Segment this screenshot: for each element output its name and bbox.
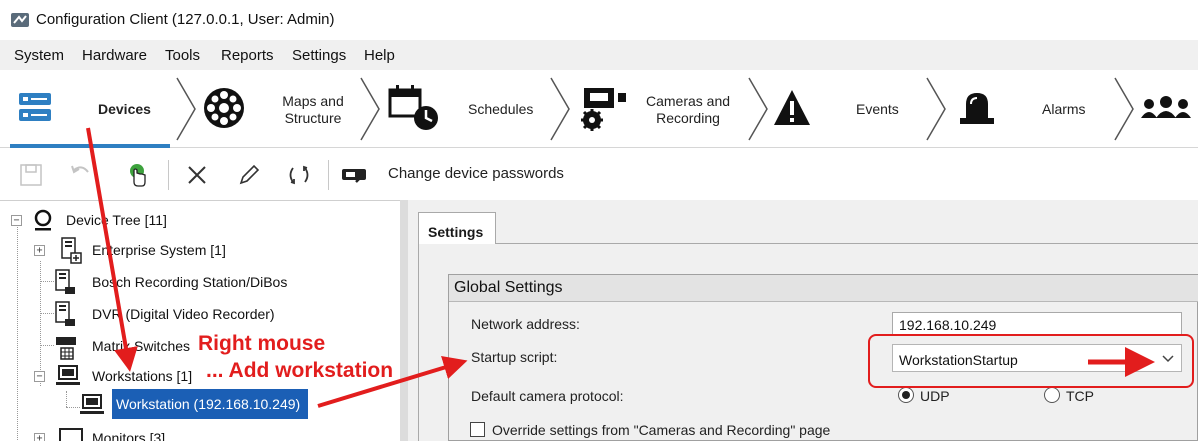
tree-root-label: Device Tree [11] [66, 212, 167, 228]
tree-item-label: DVR (Digital Video Recorder) [92, 306, 275, 322]
tree-connector [17, 225, 18, 440]
menu-hardware[interactable]: Hardware [82, 47, 147, 64]
chevron-right-icon [1114, 77, 1134, 141]
tree-connector [66, 391, 67, 407]
refresh-icon[interactable] [286, 162, 312, 188]
override-checkbox[interactable] [470, 422, 485, 437]
tree-item-enterprise[interactable]: + Enterprise System [1] [30, 235, 250, 265]
menu-bar: System Hardware Tools Reports Settings H… [0, 40, 1198, 70]
device-tree: − Device Tree [11] + Enterprise System [… [0, 200, 400, 441]
camera-protocol-label: Default camera protocol: [471, 388, 624, 404]
tree-item-label: Workstations [1] [92, 368, 193, 384]
tab-users[interactable] [1136, 70, 1198, 148]
delete-icon[interactable] [184, 162, 210, 188]
tab-devices[interactable]: Devices [0, 70, 180, 148]
edit-icon[interactable] [236, 162, 262, 188]
title-bar: Configuration Client (127.0.0.1, User: A… [0, 0, 1198, 40]
menu-system[interactable]: System [14, 47, 64, 64]
warning-icon [774, 90, 810, 125]
tree-item-label: Bosch Recording Station/DiBos [92, 274, 288, 290]
tab-maps-structure[interactable]: Maps and Structure [196, 70, 362, 148]
menu-tools[interactable]: Tools [165, 47, 200, 64]
tree-item-label: Workstation (192.168.10.249) [116, 396, 301, 412]
device-tree-icon [34, 209, 52, 231]
tree-item-bosch-recording[interactable]: Bosch Recording Station/DiBos [50, 267, 310, 297]
tree-item-label: Monitors [3] [92, 430, 166, 441]
radio-udp[interactable] [898, 387, 914, 403]
menu-help[interactable]: Help [364, 47, 395, 64]
tree-root[interactable]: − Device Tree [11] [0, 205, 200, 235]
expand-icon[interactable]: + [34, 433, 45, 441]
tree-item-label: Enterprise System [1] [92, 242, 226, 258]
menu-reports[interactable]: Reports [221, 47, 274, 64]
toolbar-separator [168, 160, 169, 190]
maps-icon [204, 88, 244, 128]
matrix-switch-icon [56, 337, 76, 360]
workstation-icon [56, 365, 80, 385]
dvr-icon [55, 301, 75, 326]
camera-icon [581, 88, 626, 131]
chevron-right-icon [360, 77, 380, 141]
panel-splitter[interactable] [400, 200, 408, 441]
annotation-right-mouse: Right mouse [198, 332, 326, 355]
radio-tcp[interactable] [1044, 387, 1060, 403]
chevron-right-icon [926, 77, 946, 141]
enterprise-icon [61, 237, 82, 264]
tab-cameras-recording[interactable]: Cameras and Recording [572, 70, 750, 148]
tab-events[interactable]: Events [766, 70, 940, 148]
tab-settings[interactable]: Settings [418, 212, 496, 244]
tree-item-workstations[interactable]: − Workstations [1] [30, 361, 230, 391]
ribbon-navigation: Devices Maps and Structure Schedules Cam… [0, 70, 1198, 148]
recorder-icon [55, 269, 75, 294]
collapse-icon[interactable]: − [34, 371, 45, 382]
undo-icon[interactable] [68, 162, 94, 188]
tree-connector [66, 407, 80, 408]
radio-tcp-label: TCP [1066, 388, 1094, 404]
monitor-icon [59, 428, 83, 441]
tree-item-label: Matrix Switches [92, 338, 191, 354]
tab-schedules[interactable]: Schedules [382, 70, 552, 148]
annotation-add-workstation: ... Add workstation [206, 359, 394, 382]
tab-cameras-label: Cameras and Recording [645, 93, 731, 126]
devices-icon [19, 93, 51, 121]
override-checkbox-label: Override settings from "Cameras and Reco… [492, 422, 831, 438]
tree-item-workstation-selected[interactable]: Workstation (192.168.10.249) [112, 389, 308, 419]
expand-icon[interactable]: + [34, 245, 45, 256]
toolbar: Change device passwords [0, 148, 1198, 200]
change-passwords-button[interactable]: Change device passwords [388, 165, 564, 182]
radio-selected-dot [902, 391, 910, 399]
tab-alarms-label: Alarms [1042, 101, 1086, 117]
tab-maps-label: Maps and Structure [282, 93, 344, 126]
tree-item-dvr[interactable]: DVR (Digital Video Recorder) [50, 299, 310, 329]
workstation-icon [80, 394, 104, 414]
tab-alarms[interactable]: Alarms [950, 70, 1120, 148]
key-icon[interactable] [340, 162, 370, 188]
hand-icon[interactable] [124, 162, 150, 188]
network-address-label: Network address: [471, 316, 580, 332]
chevron-right-icon [550, 77, 570, 141]
tree-item-monitors[interactable]: + Monitors [3] [30, 423, 230, 441]
tab-events-label: Events [856, 101, 899, 117]
highlight-box [868, 334, 1194, 388]
network-address-field[interactable]: 192.168.10.249 [892, 312, 1182, 336]
radio-udp-label: UDP [920, 388, 950, 404]
chevron-right-icon [176, 77, 196, 141]
collapse-icon[interactable]: − [11, 215, 22, 226]
toolbar-separator [328, 160, 329, 190]
schedules-icon [388, 85, 438, 130]
window-title: Configuration Client (127.0.0.1, User: A… [36, 11, 335, 28]
tab-devices-label: Devices [98, 101, 151, 117]
startup-script-label: Startup script: [471, 349, 558, 365]
menu-settings[interactable]: Settings [292, 47, 346, 64]
tab-schedules-label: Schedules [468, 101, 534, 117]
save-icon[interactable] [18, 162, 44, 188]
users-icon [1141, 96, 1191, 118]
app-icon [11, 13, 29, 27]
group-title: Global Settings [454, 279, 563, 296]
alarm-icon [960, 93, 994, 124]
